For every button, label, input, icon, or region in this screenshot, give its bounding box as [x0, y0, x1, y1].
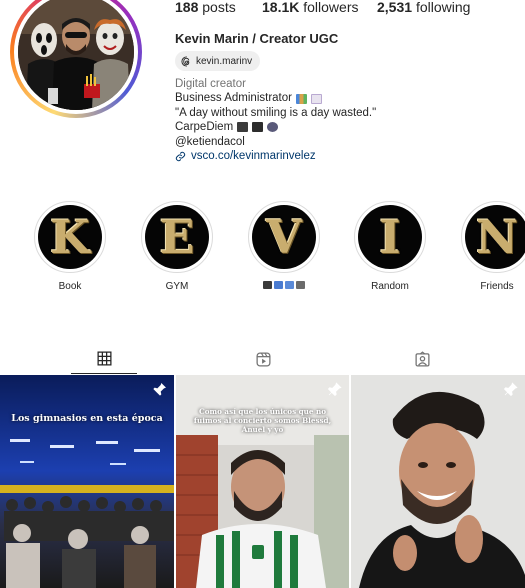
- posts-count: 188: [175, 0, 199, 15]
- pinned-icon: [327, 382, 342, 397]
- story-highlights: K Book E GYM V I Random N Friends: [0, 201, 525, 301]
- highlight-label: Random: [371, 281, 409, 292]
- post-caption: Los gimnasios en esta época: [11, 413, 163, 424]
- highlight-letter: V: [266, 210, 302, 264]
- followers-stat[interactable]: 18.1K followers: [262, 0, 359, 15]
- profile-bio: Digital creator Business Administrator "…: [175, 77, 505, 163]
- following-stat[interactable]: 2,531 following: [377, 0, 470, 15]
- tagged-icon: [414, 350, 430, 367]
- post-thumbnail[interactable]: Los gimnasios en esta época: [0, 375, 174, 588]
- threads-badge[interactable]: kevin.marinv: [175, 51, 261, 71]
- following-count[interactable]: 2,531: [377, 0, 412, 15]
- highlight-cover: V: [252, 205, 316, 269]
- profile-category: Digital creator: [175, 78, 246, 90]
- grid-icon: [96, 351, 112, 366]
- bio-line-4[interactable]: @ketiendacol: [175, 135, 505, 149]
- camera-emoji-icon: [263, 281, 272, 289]
- highlight-gym[interactable]: E GYM: [137, 201, 217, 292]
- highlight-emoji[interactable]: V: [244, 201, 324, 289]
- highlight-label: Book: [58, 281, 82, 292]
- avatar[interactable]: [18, 0, 134, 110]
- pinned-icon: [503, 382, 518, 397]
- highlight-letter: I: [379, 210, 401, 264]
- post-image: [351, 375, 525, 588]
- profile-tabs: [0, 344, 525, 374]
- highlight-ring: I: [354, 201, 426, 273]
- followers-count[interactable]: 18.1K: [262, 0, 299, 15]
- post-thumbnail[interactable]: Como así que los únicos que no fuimos al…: [176, 375, 349, 588]
- highlight-ring: V: [248, 201, 320, 273]
- bio-line-2: "A day without smiling is a day wasted.": [175, 106, 377, 119]
- reels-icon: [255, 351, 271, 367]
- followers-label[interactable]: followers: [303, 0, 358, 15]
- posts-stat: 188 posts: [175, 0, 236, 15]
- highlight-letter: E: [159, 210, 195, 264]
- camera-emoji-icon: [237, 122, 249, 133]
- clapper-emoji-icon: [296, 281, 305, 289]
- link-icon: [175, 151, 186, 161]
- highlight-cover: I: [358, 205, 422, 269]
- pinned-icon: [153, 383, 166, 396]
- highlight-letter: K: [50, 210, 90, 264]
- bio-line-1-text: Business Administrator: [175, 92, 292, 105]
- highlight-label: Friends: [480, 281, 514, 292]
- tv-emoji-icon: [285, 281, 294, 289]
- posts-label: posts: [202, 0, 236, 15]
- tab-posts[interactable]: [71, 344, 137, 374]
- post-caption: Como así que los únicos que no fuimos al…: [193, 407, 332, 434]
- tab-tagged[interactable]: [389, 344, 455, 374]
- clapper-emoji-icon: [252, 122, 264, 133]
- avatar-photo: [18, 0, 134, 110]
- highlight-friends[interactable]: N Friends: [457, 201, 525, 292]
- avatar-border: [14, 0, 138, 114]
- threads-handle[interactable]: kevin.marinv: [196, 56, 252, 67]
- highlight-ring: N: [461, 201, 525, 273]
- spider-emoji-icon: [267, 122, 279, 133]
- following-label[interactable]: following: [416, 0, 470, 15]
- highlight-cover: K: [38, 205, 102, 269]
- highlight-cover: N: [465, 205, 525, 269]
- document-emoji-icon: [310, 93, 322, 104]
- highlight-emoji-label: [244, 281, 324, 289]
- profile-link-text[interactable]: vsco.co/kevinmarinvelez: [191, 149, 316, 163]
- bio-line-1: Business Administrator: [175, 91, 505, 105]
- highlight-book[interactable]: K Book: [30, 201, 110, 292]
- highlight-letter: N: [475, 210, 519, 264]
- chart-emoji-icon: [295, 93, 307, 104]
- threads-icon: [181, 55, 190, 67]
- highlight-ring: K: [34, 201, 106, 273]
- highlight-label: GYM: [165, 281, 189, 292]
- bio-line-3: CarpeDiem: [175, 120, 505, 134]
- profile-full-name: Kevin Marin / Creator UGC: [175, 31, 339, 46]
- film-emoji-icon: [274, 281, 283, 289]
- profile-link[interactable]: vsco.co/kevinmarinvelez: [175, 149, 505, 163]
- bio-line-3-text: CarpeDiem: [175, 121, 234, 134]
- tab-reels[interactable]: [230, 344, 296, 374]
- posts-grid: Los gimnasios en esta época Como así que…: [0, 375, 525, 588]
- post-image: [0, 375, 174, 588]
- post-thumbnail[interactable]: [351, 375, 525, 588]
- highlight-ring: E: [141, 201, 213, 273]
- highlight-cover: E: [145, 205, 209, 269]
- profile-avatar-ring[interactable]: [10, 0, 142, 118]
- highlight-random[interactable]: I Random: [350, 201, 430, 292]
